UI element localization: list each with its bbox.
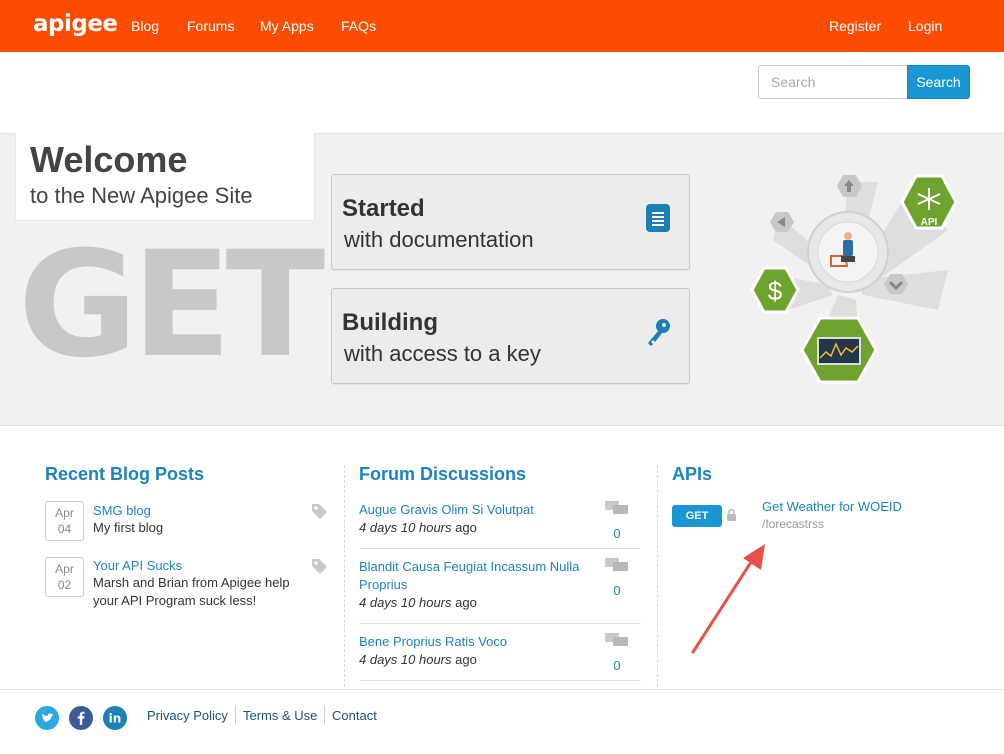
forum-topic: Blandit Causa Feugiat Incassum Nulla Pro… [359, 558, 641, 624]
footer-separator [235, 706, 236, 724]
nav-blog[interactable]: Blog [131, 18, 159, 34]
twitter-icon[interactable] [35, 706, 59, 730]
comment-count[interactable]: 0 [605, 633, 629, 673]
card-subtitle: with access to a key [344, 341, 541, 366]
forum-topic-age: 4 days 10 hours ago [359, 520, 477, 535]
nav-faqs[interactable]: FAQs [341, 18, 376, 34]
contact-link[interactable]: Contact [332, 708, 377, 723]
forum-topic-title[interactable]: Bene Proprius Ratis Voco [359, 633, 584, 651]
chart-node [800, 316, 878, 384]
hub-node [807, 211, 889, 293]
blog-post-excerpt: My first blog [93, 520, 164, 535]
date-day: 02 [57, 578, 72, 592]
facebook-icon[interactable] [69, 706, 93, 730]
date-month: Apr [55, 506, 74, 520]
search-button[interactable]: Search [907, 65, 970, 99]
comment-count-value[interactable]: 0 [605, 526, 629, 541]
api-node: API [900, 174, 958, 230]
footer-separator [324, 706, 325, 724]
card-title: Building [342, 309, 438, 336]
forum-heading: Forum Discussions [359, 464, 527, 484]
date-badge: Apr 02 [45, 557, 84, 597]
comment-count-value[interactable]: 0 [605, 583, 629, 598]
forum-topic-title[interactable]: Augue Gravis Olim Si Volutpat [359, 501, 584, 519]
blog-post-title[interactable]: SMG blog [93, 503, 151, 518]
forum-topic-age: 4 days 10 hours ago [359, 595, 477, 610]
column-divider [344, 465, 345, 687]
welcome-box: Welcome to the New Apigee Site [15, 133, 315, 221]
forum-topic: Augue Gravis Olim Si Volutpat 4 days 10 … [359, 501, 641, 549]
api-platform-diagram: API $ [750, 174, 958, 384]
blog-post-excerpt: Marsh and Brian from Apigee help your AP… [93, 575, 290, 608]
api-title-link[interactable]: Get Weather for WOEID [762, 499, 902, 514]
welcome-subtitle: to the New Apigee Site [30, 183, 253, 208]
date-month: Apr [55, 562, 74, 576]
forum-topic-age: 4 days 10 hours ago [359, 652, 477, 667]
card-title: Started [342, 195, 425, 222]
blog-post-title[interactable]: Your API Sucks [93, 558, 182, 573]
apis-heading: APIs [672, 464, 713, 484]
comments-icon [605, 633, 628, 646]
apigee-logo[interactable]: apigee [33, 11, 118, 37]
blog-heading: Recent Blog Posts [45, 464, 205, 484]
register-link[interactable]: Register [829, 18, 881, 34]
svg-text:in: in [109, 712, 122, 726]
comment-count[interactable]: 0 [605, 558, 629, 598]
hero-big-word: GET [18, 220, 325, 390]
forum-topic-title[interactable]: Blandit Causa Feugiat Incassum Nulla Pro… [359, 558, 584, 594]
get-started-card[interactable]: Started with documentation [331, 174, 690, 270]
card-subtitle: with documentation [344, 227, 534, 252]
terms-link[interactable]: Terms & Use [243, 708, 317, 723]
forum-topic: Bene Proprius Ratis Voco 4 days 10 hours… [359, 633, 641, 681]
login-link[interactable]: Login [908, 18, 942, 34]
nav-forums[interactable]: Forums [187, 18, 234, 34]
get-building-card[interactable]: Building with access to a key [331, 288, 690, 384]
nav-my-apps[interactable]: My Apps [260, 18, 314, 34]
tag-icon[interactable] [310, 557, 328, 575]
top-nav-bar: apigee Blog Forums My Apps FAQs Register… [0, 0, 1004, 52]
dollar-node: $ [750, 266, 800, 314]
tag-icon[interactable] [310, 502, 328, 520]
welcome-title: Welcome [30, 139, 188, 180]
privacy-policy-link[interactable]: Privacy Policy [147, 708, 228, 723]
date-day: 04 [57, 522, 72, 536]
linkedin-icon[interactable]: in [103, 706, 127, 730]
comments-icon [605, 558, 628, 571]
comment-count-value[interactable]: 0 [605, 658, 629, 673]
document-icon [646, 204, 670, 232]
svg-text:$: $ [768, 276, 783, 306]
date-badge: Apr 04 [45, 501, 84, 541]
http-method-badge: GET [672, 505, 722, 527]
column-divider [657, 465, 658, 687]
annotation-arrow-icon [691, 544, 765, 654]
comment-count[interactable]: 0 [605, 501, 629, 541]
api-path: /forecastrss [762, 517, 825, 531]
api-node-label: API [921, 217, 938, 228]
comments-icon [605, 501, 628, 514]
key-icon [648, 319, 670, 346]
search-input[interactable] [758, 65, 908, 99]
lock-icon [727, 508, 736, 521]
